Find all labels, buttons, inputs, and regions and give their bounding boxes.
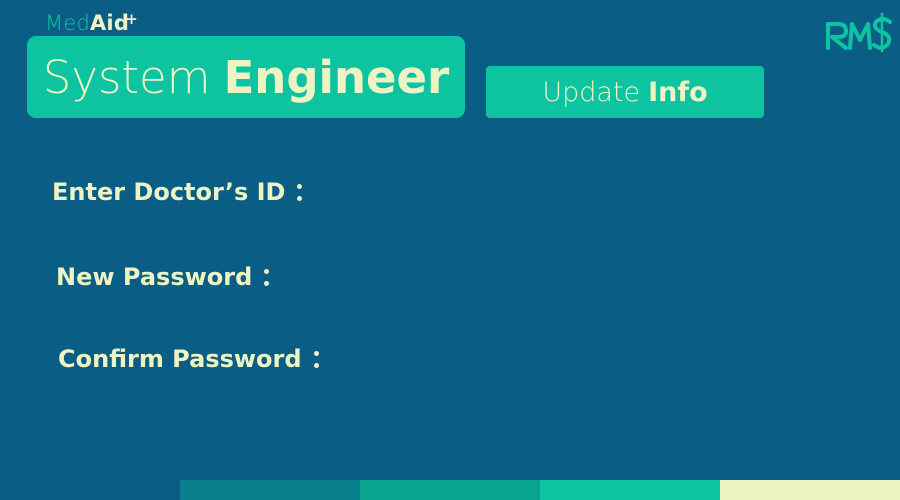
update-label-bold: Info [648, 76, 708, 108]
update-info-button[interactable]: Update Info [486, 66, 764, 118]
medaid-logo: MedAid + [45, 8, 138, 38]
doctor-id-colon [297, 181, 303, 203]
new-password-field-row: New Password [56, 259, 594, 295]
role-title-bold: Engineer [223, 50, 450, 104]
confirm-password-label: Confirm Password [58, 345, 302, 373]
logo-aid-text: Aid [89, 11, 130, 35]
page-title-card: System Engineer [27, 36, 465, 118]
new-password-colon [264, 266, 270, 288]
logo-plus-icon: + [125, 10, 139, 28]
confirm-password-colon [313, 348, 319, 370]
bottom-stripe-1 [180, 480, 360, 500]
rms-logo-icon [824, 10, 894, 54]
new-password-label: New Password [56, 263, 253, 291]
doctor-id-input[interactable] [322, 174, 627, 210]
bottom-stripe-4 [720, 480, 900, 500]
confirm-password-field-row: Confirm Password [58, 341, 643, 377]
bottom-stripe-2 [360, 480, 540, 500]
confirm-password-input[interactable] [338, 341, 643, 377]
role-title-light: System [42, 50, 211, 104]
doctor-id-label: Enter Doctor’s ID [52, 178, 286, 206]
bottom-stripe-3 [540, 480, 720, 500]
doctor-id-field-row: Enter Doctor’s ID [52, 174, 627, 210]
new-password-input[interactable] [289, 259, 594, 295]
update-label-light: Update [542, 76, 641, 108]
logo-med-text: Med [45, 11, 90, 35]
